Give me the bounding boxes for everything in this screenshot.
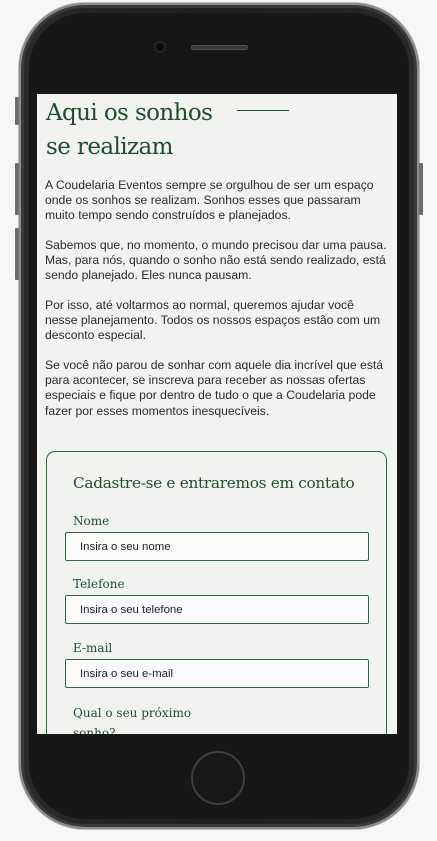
- next-dream-label: Qual o seu próximo sonho?: [73, 706, 192, 734]
- email-input[interactable]: [65, 659, 369, 688]
- hero-title: Aqui os sonhos se realizam: [46, 96, 213, 164]
- volume-down-button: [15, 228, 19, 280]
- volume-up-button: [15, 163, 19, 215]
- home-button[interactable]: [191, 751, 245, 805]
- form-title: Cadastre-se e entraremos em contato: [73, 474, 355, 492]
- front-camera-icon: [156, 43, 164, 51]
- title-divider: [237, 110, 289, 111]
- name-label: Nome: [73, 514, 110, 528]
- power-button: [419, 163, 423, 215]
- signup-form: Cadastre-se e entraremos em contato Nome…: [46, 451, 387, 734]
- phone-screen: Aqui os sonhos se realizam A Coudelaria …: [37, 94, 397, 734]
- signup-paragraph: Se você não parou de sonhar com aquele d…: [45, 358, 384, 418]
- hero-title-line-2: se realizam: [46, 134, 173, 160]
- name-input[interactable]: [65, 532, 369, 561]
- hero-title-line-1: Aqui os sonhos: [46, 100, 213, 126]
- phone-input[interactable]: [65, 595, 369, 624]
- pause-paragraph: Sabemos que, no momento, o mundo preciso…: [45, 238, 387, 283]
- intro-paragraph: A Coudelaria Eventos sempre se orgulhou …: [45, 178, 374, 223]
- discount-paragraph: Por isso, até voltarmos ao normal, quere…: [45, 298, 381, 343]
- email-label: E-mail: [73, 641, 113, 655]
- phone-label: Telefone: [73, 577, 125, 591]
- mute-switch: [15, 97, 19, 125]
- earpiece-speaker: [191, 45, 248, 50]
